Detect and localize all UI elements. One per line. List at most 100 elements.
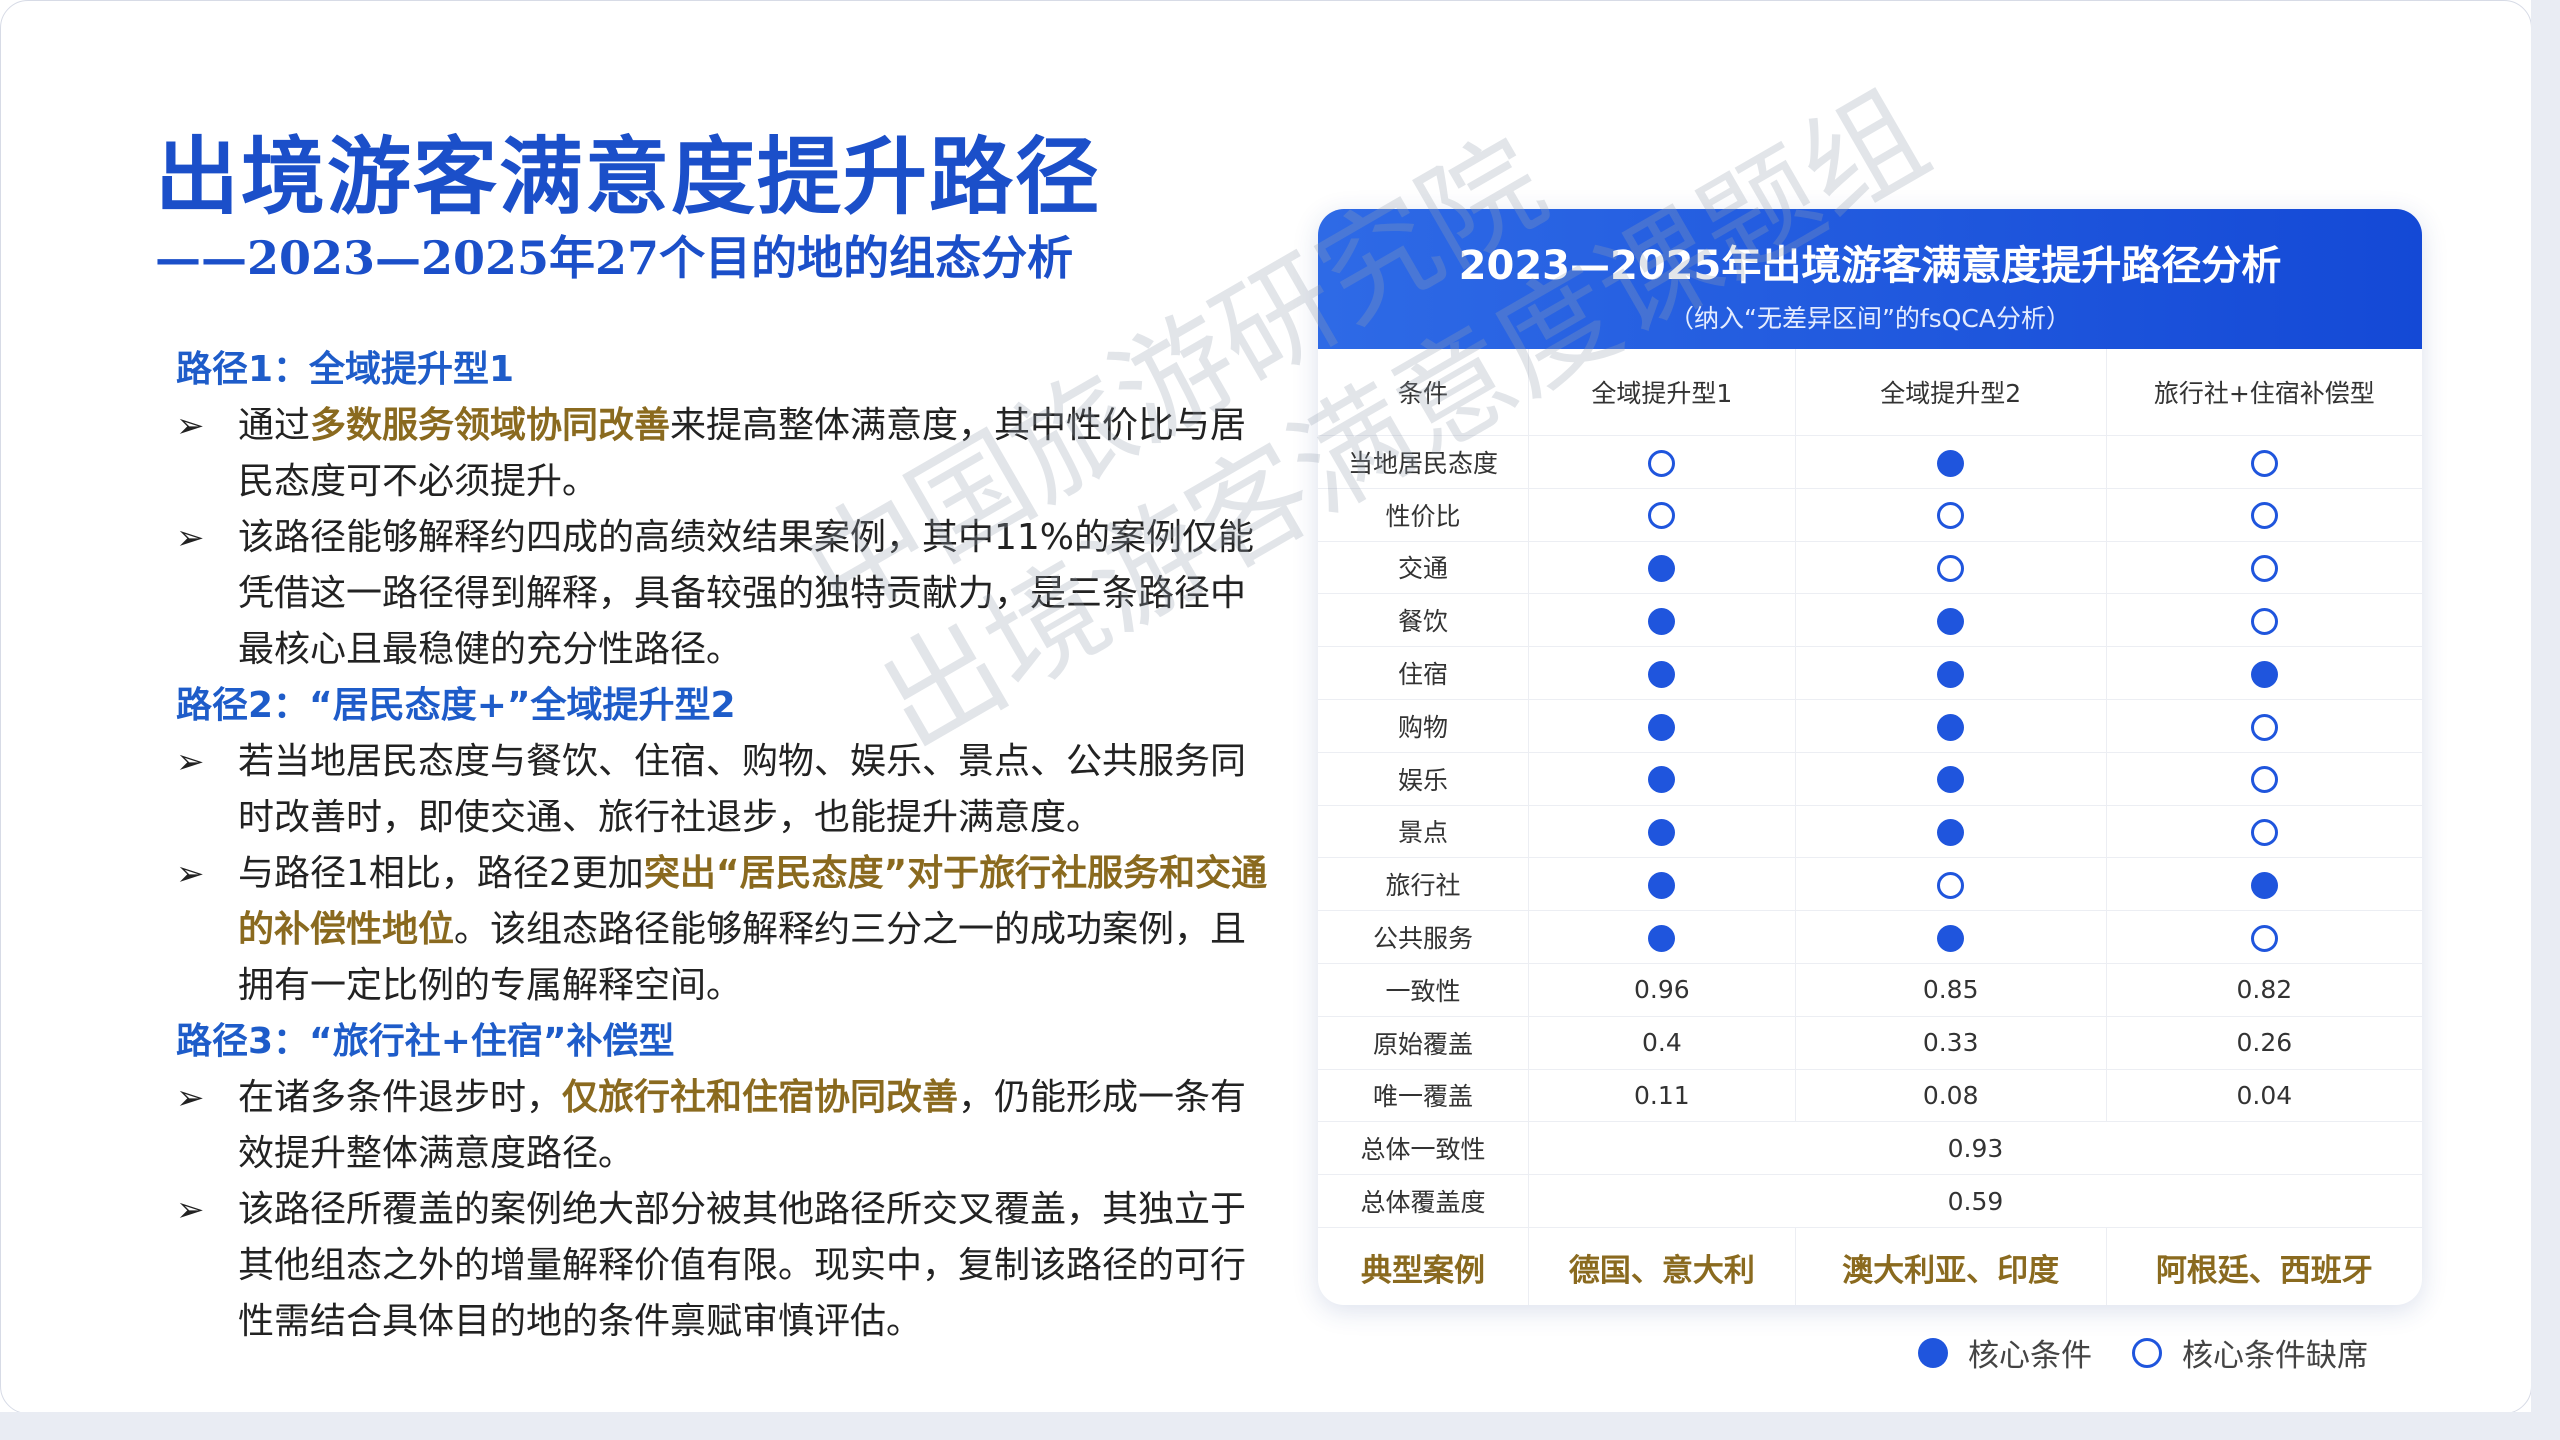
case-cell: 阿根廷、西班牙	[2105, 1227, 2422, 1305]
table-cell: 0.59	[1528, 1174, 2422, 1228]
hollow-circle-icon	[1648, 449, 1676, 477]
page-title: 出境游客满意度提升路径	[155, 127, 1102, 226]
row-label: 景点	[1318, 805, 1529, 859]
filled-circle-icon	[1937, 449, 1965, 477]
table-row: 一致性 0.96 0.85 0.82	[1318, 963, 2422, 1017]
filled-circle-icon	[2250, 660, 2278, 688]
row-label: 交通	[1318, 541, 1529, 595]
table-cell	[2105, 752, 2422, 806]
hollow-circle-icon	[2250, 555, 2278, 583]
bullet-highlight: 仅旅行社和住宿协同改善	[562, 1077, 959, 1118]
table-row: 住宿	[1318, 646, 2422, 700]
table-cell	[1794, 435, 2107, 489]
bullet-highlight: 多数服务领域协同改善	[310, 405, 671, 446]
filled-circle-icon	[1648, 555, 1676, 583]
page-subtitle: ——2023—2025年27个目的地的组态分析	[155, 231, 1074, 285]
path-heading: 路径2：“居民态度+”全域提升型2	[176, 685, 736, 726]
fsqca-table-card: 2023—2025年出境游客满意度提升路径分析 （纳入“无差异区间”的fsQCA…	[1318, 209, 2422, 1305]
filled-circle-icon	[1648, 660, 1676, 688]
table-row: 旅行社	[1318, 857, 2422, 912]
bullet-text: 该路径能够解释约四成的高绩效结果案例，其中11%的案例仅能凭借这一路径得到解释，…	[238, 517, 1255, 670]
table-row: 交通	[1318, 541, 2422, 595]
arrow-bullet-icon: ➢	[176, 518, 205, 558]
bullet-item: ➢ 该路径能够解释约四成的高绩效结果案例，其中11%的案例仅能凭借这一路径得到解…	[176, 510, 1276, 678]
table-cell	[1794, 805, 2107, 859]
filled-circle-icon	[1937, 660, 1965, 688]
table-header-row: 条件 全域提升型1 全域提升型2 旅行社+住宿补偿型	[1318, 349, 2422, 436]
table-cell: 0.11	[1528, 1069, 1796, 1123]
table-cell	[1528, 857, 1796, 912]
row-label: 典型案例	[1361, 1253, 1485, 1290]
hollow-circle-icon	[1937, 872, 1965, 900]
row-label: 唯一覆盖	[1318, 1069, 1529, 1123]
path-block: 路径2：“居民态度+”全域提升型2 ➢ 若当地居民态度与餐饮、住宿、购物、娱乐、…	[176, 678, 1276, 1014]
table-cell	[1794, 752, 2107, 806]
arrow-bullet-icon: ➢	[176, 1190, 205, 1230]
bullet-text: 在诸多条件退步时，	[238, 1077, 563, 1118]
bullet-item: ➢ 与路径1相比，路径2更加突出“居民态度”对于旅行社服务和交通的补偿性地位。该…	[176, 846, 1276, 1014]
path-block: 路径3：“旅行社+住宿”补偿型 ➢ 在诸多条件退步时，仅旅行社和住宿协同改善，仍…	[176, 1014, 1276, 1350]
table-cell	[2105, 699, 2422, 753]
filled-circle-icon	[1937, 713, 1965, 741]
hollow-circle-icon	[2250, 924, 2278, 952]
table-row: 景点	[1318, 805, 2422, 859]
row-label: 原始覆盖	[1318, 1016, 1529, 1070]
table-cell: 0.85	[1794, 963, 2107, 1017]
column-header: 全域提升型1	[1528, 349, 1796, 436]
bullet-item: ➢ 在诸多条件退步时，仅旅行社和住宿协同改善，仍能形成一条有效提升整体满意度路径…	[176, 1070, 1276, 1182]
arrow-bullet-icon: ➢	[176, 1078, 205, 1118]
hollow-circle-icon	[2250, 608, 2278, 636]
row-label: 当地居民态度	[1318, 435, 1529, 489]
table-cell	[2105, 910, 2422, 964]
table-row: 总体覆盖度 0.59	[1318, 1174, 2422, 1228]
table-cell	[1794, 857, 2107, 912]
metrics-body: 一致性 0.96 0.85 0.82 原始覆盖 0.4 0.33 0.26 唯一覆盖 0.11 0.…	[1318, 963, 2422, 1123]
table-cell: 0.4	[1528, 1016, 1796, 1070]
table-row: 原始覆盖 0.4 0.33 0.26	[1318, 1016, 2422, 1070]
table-cell	[2105, 646, 2422, 700]
table-cell	[2105, 435, 2422, 489]
table-cell: 0.93	[1528, 1121, 2422, 1176]
table-cell	[1528, 805, 1796, 859]
filled-circle-icon	[1937, 608, 1965, 636]
table-cell	[2105, 541, 2422, 595]
table-cell: 0.08	[1794, 1069, 2107, 1123]
filled-circle-icon	[1648, 713, 1676, 741]
filled-circle-icon	[1648, 872, 1676, 900]
table-cell	[1528, 646, 1796, 700]
arrow-bullet-icon: ➢	[176, 742, 205, 782]
case-cell: 德国、意大利	[1528, 1227, 1796, 1305]
table-cell	[2105, 488, 2422, 542]
table-cell	[2105, 593, 2422, 648]
table-cell: 0.33	[1794, 1016, 2107, 1070]
hollow-circle-icon	[1937, 555, 1965, 583]
table-card-header: 2023—2025年出境游客满意度提升路径分析 （纳入“无差异区间”的fsQCA…	[1318, 209, 2422, 349]
row-label: 性价比	[1318, 488, 1529, 542]
table-subtitle: （纳入“无差异区间”的fsQCA分析）	[1669, 304, 2071, 333]
overall-body: 总体一致性 0.93 总体覆盖度 0.59 典型案例 德国、意大利 澳大利亚、印…	[1318, 1121, 2422, 1305]
table-cell	[1528, 435, 1796, 489]
path-block: 路径1：全域提升型1 ➢ 通过多数服务领域协同改善来提高整体满意度，其中性价比与…	[176, 342, 1276, 678]
table-row: 公共服务	[1318, 910, 2422, 964]
conditions-body: 当地居民态度 性价比 交通 餐饮 住宿 购物 娱乐 景点 旅行社 公共服务	[1318, 435, 2422, 964]
hollow-circle-icon	[2250, 766, 2278, 794]
configuration-table: 条件 全域提升型1 全域提升型2 旅行社+住宿补偿型 当地居民态度 性价比 交通 餐饮…	[1318, 349, 2422, 1305]
table-row: 购物	[1318, 699, 2422, 753]
filled-circle-icon	[1937, 819, 1965, 847]
bullet-text: 通过	[238, 405, 311, 446]
table-cell	[2105, 805, 2422, 859]
table-cell	[1528, 910, 1796, 964]
typical-cases-row: 典型案例 德国、意大利 澳大利亚、印度 阿根廷、西班牙	[1318, 1227, 2422, 1305]
table-cell: 0.96	[1528, 963, 1796, 1017]
column-header: 全域提升型2	[1794, 349, 2107, 436]
row-label: 旅行社	[1318, 857, 1529, 912]
row-label: 住宿	[1318, 646, 1529, 700]
table-row: 当地居民态度	[1318, 435, 2422, 489]
table-cell	[1528, 752, 1796, 806]
table-cell	[1794, 646, 2107, 700]
bullet-text: 与路径1相比，路径2更加	[238, 853, 644, 894]
table-row: 唯一覆盖 0.11 0.08 0.04	[1318, 1069, 2422, 1123]
filled-circle-icon	[1648, 924, 1676, 952]
table-cell	[1528, 593, 1796, 648]
hollow-circle-icon	[2250, 449, 2278, 477]
